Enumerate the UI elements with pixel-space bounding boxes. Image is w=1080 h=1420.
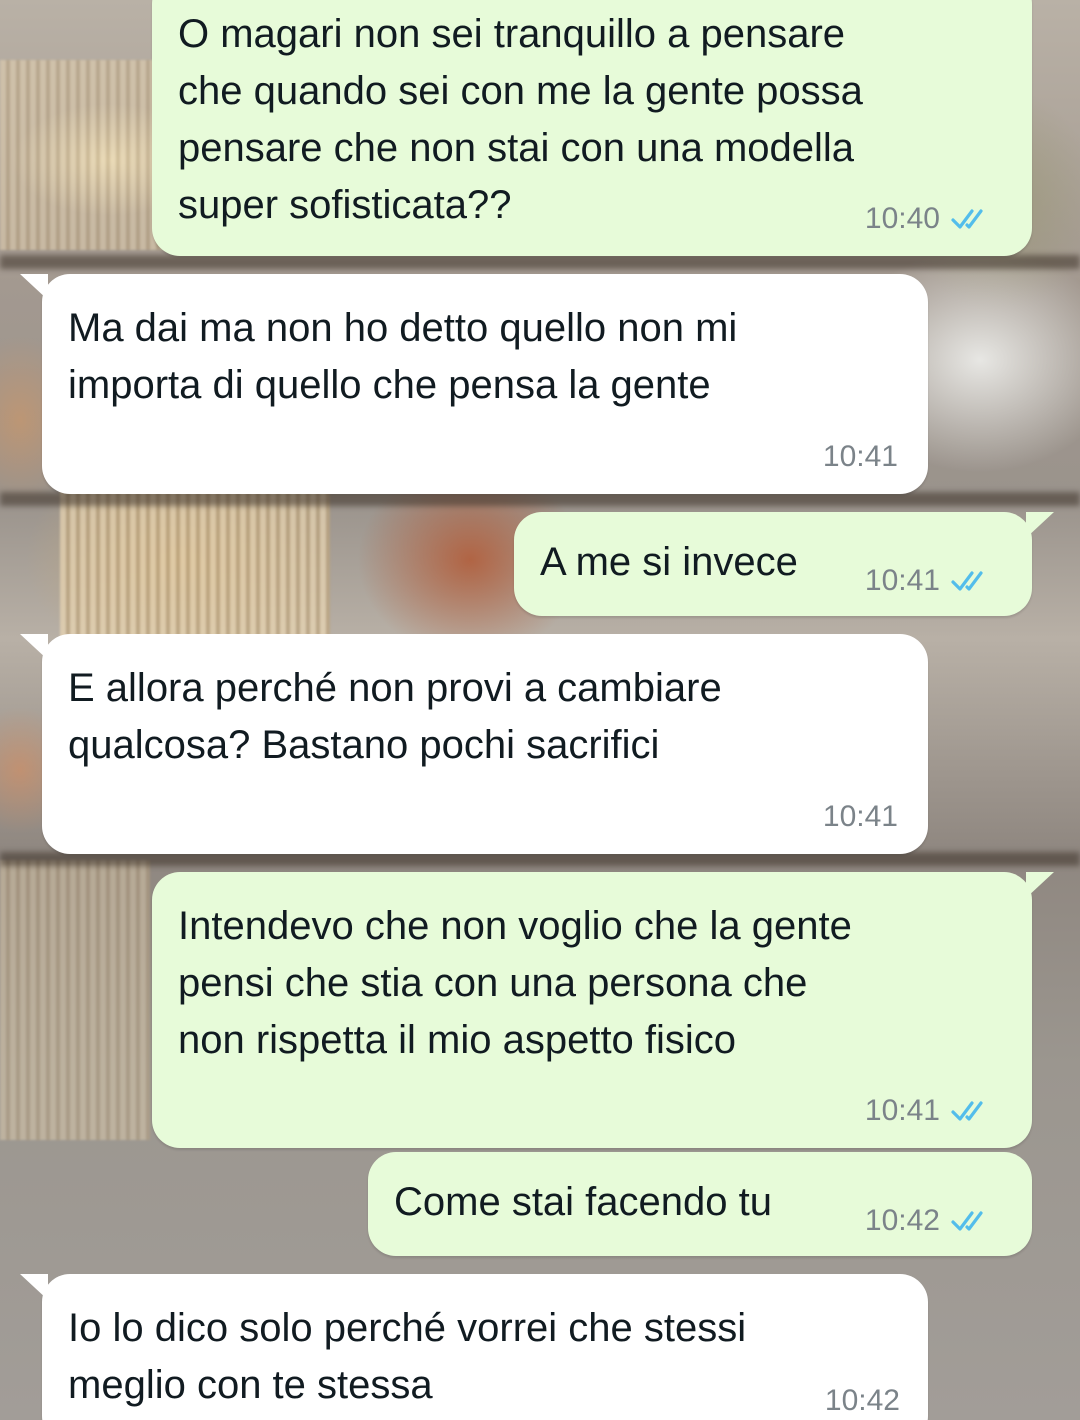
double-check-icon [951,1211,983,1231]
bubble-tail [20,1274,48,1300]
double-check-icon [951,1101,983,1121]
bubble-tail [1026,512,1054,538]
message-text: Intendevo che non voglio che la gente pe… [178,904,852,1062]
message-meta: 10:41 [865,1096,994,1126]
outgoing-message[interactable]: A me si invece 10:41 [514,512,1054,616]
incoming-message[interactable]: E allora perché non provi a cambiare qua… [20,634,928,854]
message-time: 10:41 [864,564,940,597]
message-time: 10:42 [824,1384,900,1417]
message-meta: 10:41 [823,802,898,832]
message-time: 10:41 [864,1094,940,1127]
outgoing-message[interactable]: O magari non sei tranquillo a pensare ch… [152,0,1054,256]
message-time: 10:42 [864,1204,940,1237]
double-check-icon [951,571,983,591]
message-meta: 10:41 [865,566,994,596]
message-text: Ma dai ma non ho detto quello non mi imp… [68,306,738,407]
message-meta: 10:41 [823,442,898,472]
message-text: O magari non sei tranquillo a pensare ch… [178,12,863,227]
message-time: 10:40 [864,202,940,235]
bubble-tail [20,274,48,300]
double-check-icon [951,209,983,229]
bubble-tail [1026,872,1054,898]
incoming-message[interactable]: Io lo dico solo perché vorrei che stessi… [20,1274,928,1420]
message-meta: 10:42 [865,1206,994,1236]
message-time: 10:41 [822,440,898,473]
message-meta: 10:42 [825,1386,900,1416]
message-meta: 10:40 [865,204,994,234]
incoming-message[interactable]: Ma dai ma non ho detto quello non mi imp… [20,274,928,494]
message-text: E allora perché non provi a cambiare qua… [68,666,722,767]
outgoing-message[interactable]: Intendevo che non voglio che la gente pe… [152,872,1054,1148]
outgoing-message[interactable]: Come stai facendo tu 10:42 [368,1152,1032,1256]
bubble-tail [1026,0,1054,2]
message-time: 10:41 [822,800,898,833]
bubble-tail [20,634,48,660]
message-text: Io lo dico solo perché vorrei che stessi… [68,1306,747,1407]
message-list[interactable]: O magari non sei tranquillo a pensare ch… [0,0,1080,1420]
